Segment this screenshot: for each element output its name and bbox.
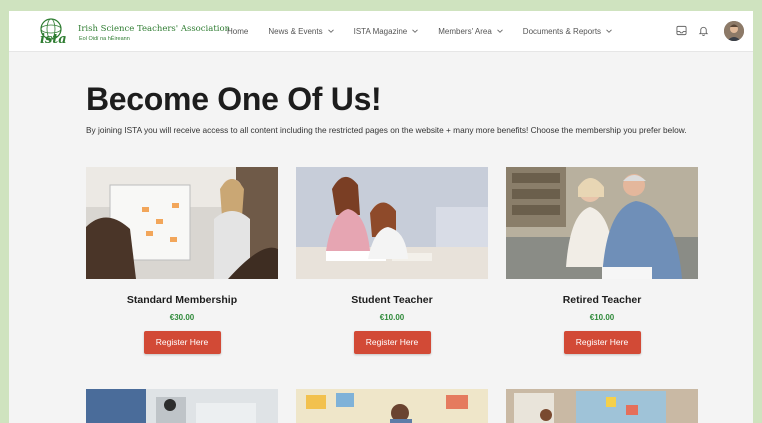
chevron-down-icon <box>606 29 612 33</box>
org-subtitle: Eol Oidí na hÉireann <box>79 36 130 42</box>
membership-card-retired: Retired Teacher €10.00 Register Here <box>506 167 698 354</box>
card-price: €30.00 <box>169 313 195 322</box>
card-title: Standard Membership <box>126 294 238 306</box>
card-photo-classroom-partial <box>506 389 698 423</box>
nav-ista-magazine[interactable]: ISTA Magazine <box>354 27 419 36</box>
user-photo-icon <box>724 21 744 41</box>
chevron-down-icon <box>327 29 334 33</box>
membership-card-student: Student Teacher €10.00 Register Here <box>296 167 488 354</box>
card-photo-students <box>296 167 488 279</box>
card-price: €10.00 <box>379 313 405 322</box>
bell-icon[interactable] <box>698 25 709 36</box>
nav-home[interactable]: Home <box>227 27 248 36</box>
register-button-retired[interactable]: Register Here <box>563 331 641 354</box>
main-nav: Home News & Events ISTA Magazine Members… <box>227 11 632 51</box>
ista-logo[interactable]: ista Irish Science Teachers' Association… <box>37 17 230 47</box>
card-price: €10.00 <box>589 313 615 322</box>
nav-ista-magazine-label: ISTA Magazine <box>353 26 408 36</box>
intro-text: By joining ISTA you will receive access … <box>86 125 687 135</box>
nav-members-area-label: Members' Area <box>438 26 492 36</box>
nav-news-events-label: News & Events <box>268 26 323 36</box>
nav-home-label: Home <box>227 26 249 36</box>
card-photo-school-partial <box>296 389 488 423</box>
inbox-icon[interactable] <box>676 25 687 36</box>
nav-members-area[interactable]: Members' Area <box>438 27 503 36</box>
ista-logo-icon: ista <box>40 18 67 47</box>
nav-documents-reports[interactable]: Documents & Reports <box>523 27 612 36</box>
svg-text:ista: ista <box>40 32 67 47</box>
card-photo-lab-partial <box>86 389 278 423</box>
org-name: Irish Science Teachers' Association <box>78 24 231 34</box>
register-button-student[interactable]: Register Here <box>353 331 431 354</box>
nav-news-events[interactable]: News & Events <box>268 26 334 36</box>
classroom-board-photo <box>506 389 698 423</box>
microscope-photo <box>86 389 278 423</box>
avatar[interactable] <box>724 21 744 41</box>
classroom-photo <box>296 389 488 423</box>
chevron-down-icon <box>412 29 419 33</box>
site-header: ista Irish Science Teachers' Association… <box>9 11 753 52</box>
page-frame: ista Irish Science Teachers' Association… <box>9 11 753 423</box>
card-title: Student Teacher <box>351 294 433 306</box>
page-title: Become One Of Us! <box>86 81 382 117</box>
card-photo-retirees <box>506 167 698 279</box>
chevron-down-icon <box>496 29 503 33</box>
card-title: Retired Teacher <box>562 294 642 306</box>
register-button-standard[interactable]: Register Here <box>143 331 221 354</box>
card-photo-classroom <box>86 167 278 279</box>
nav-documents-reports-label: Documents & Reports <box>522 26 602 36</box>
membership-card-standard: Standard Membership €30.00 Register Here <box>86 167 278 354</box>
